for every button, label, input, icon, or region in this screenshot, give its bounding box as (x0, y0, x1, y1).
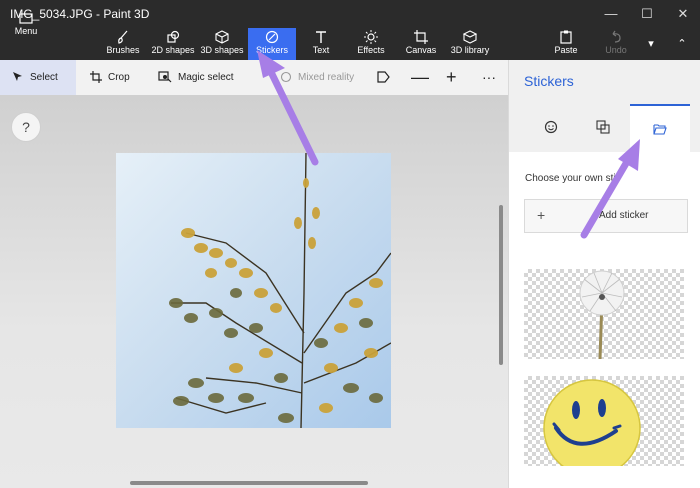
tool-brushes[interactable]: Brushes (102, 28, 144, 60)
tool-label: Stickers (255, 45, 288, 55)
tool-label: 3D library (450, 45, 490, 55)
tool-canvas[interactable]: Canvas (403, 28, 439, 60)
canvas-area[interactable]: ? (0, 95, 508, 488)
select-label: Select (30, 72, 58, 83)
text-icon (316, 31, 326, 43)
sticker-icon (265, 30, 279, 44)
vertical-scrollbar[interactable] (499, 205, 503, 365)
cube-icon (215, 30, 229, 44)
paste-button[interactable]: Paste (552, 28, 580, 60)
horizontal-scrollbar[interactable] (130, 481, 368, 485)
3d-library-icon (463, 30, 477, 44)
smiley-icon (544, 120, 558, 134)
stickers-panel: Stickers Choose your own sticker + Add s… (508, 60, 700, 488)
plus-icon: + (537, 207, 546, 223)
tool-effects[interactable]: Effects (352, 28, 390, 60)
tab-custom-stickers[interactable] (630, 104, 690, 152)
undo-icon (612, 30, 621, 43)
flag-icon (377, 71, 390, 83)
title-bar: IMG_5034.JPG - Paint 3D — ☐ ✕ (0, 0, 700, 28)
crop-tool[interactable]: Crop (90, 60, 130, 95)
tool-label: Canvas (405, 45, 437, 55)
cursor-icon (13, 72, 22, 82)
close-icon[interactable]: ✕ (666, 0, 700, 28)
sun-icon (364, 30, 378, 44)
texture-icon (596, 120, 610, 134)
tool-label: Brushes (106, 45, 140, 55)
undo-label: Undo (605, 45, 627, 55)
sticker-smiley[interactable] (524, 376, 684, 477)
folder-icon (19, 13, 33, 24)
tool-3d-shapes[interactable]: 3D shapes (199, 28, 245, 60)
mixed-reality-label: Mixed reality (298, 72, 355, 83)
dandelion-image (579, 270, 625, 360)
tab-texture-stickers[interactable] (573, 104, 633, 152)
zoom-out-icon[interactable]: — (411, 60, 429, 95)
canvas-icon (414, 30, 428, 44)
more-options-icon[interactable]: ··· (482, 60, 496, 95)
tab-emoji-stickers[interactable] (521, 104, 581, 152)
panel-content: Choose your own sticker + Add sticker (509, 152, 700, 488)
minimize-icon[interactable]: — (594, 0, 628, 28)
canvas-image[interactable] (116, 153, 391, 428)
undo-button[interactable]: Undo (602, 28, 630, 60)
mixed-reality-icon (280, 72, 292, 83)
paste-label: Paste (554, 45, 578, 55)
help-button[interactable]: ? (11, 112, 41, 142)
brush-icon (118, 30, 128, 44)
tool-label: Effects (357, 45, 385, 55)
add-sticker-button[interactable]: + Add sticker (524, 199, 688, 233)
crop-icon (90, 71, 102, 84)
toolbar: Select Crop Magic select Mixed reality —… (0, 60, 508, 96)
tool-label: Text (312, 45, 330, 55)
choose-sticker-text: Choose your own sticker (525, 173, 615, 184)
smiley-ball-image (543, 379, 641, 477)
tool-stickers[interactable]: Stickers (248, 28, 296, 60)
sticker-tabs (509, 104, 700, 152)
shapes-2d-icon (167, 30, 180, 43)
menu-label: Menu (14, 26, 38, 36)
open-folder-icon (653, 124, 667, 135)
tool-text[interactable]: Text (304, 28, 338, 60)
tool-3d-library[interactable]: 3D library (447, 28, 493, 60)
sticker-dandelion[interactable] (524, 269, 684, 360)
more-chevron-icon[interactable]: ▾ (640, 28, 662, 60)
select-tool[interactable]: Select (0, 60, 76, 95)
collapse-chevron-icon[interactable]: ⌃ (670, 28, 694, 60)
tool-label: 3D shapes (200, 45, 244, 55)
tool-2d-shapes[interactable]: 2D shapes (150, 28, 196, 60)
menu-button[interactable]: Menu (8, 6, 44, 60)
zoom-in-icon[interactable]: + (446, 60, 457, 95)
add-sticker-label: Add sticker (599, 210, 649, 221)
ribbon: Menu Brushes 2D shapes 3D shapes Sticker… (0, 13, 700, 60)
crop-label: Crop (108, 72, 130, 83)
tool-label: 2D shapes (151, 45, 195, 55)
mixed-reality-tool[interactable]: Mixed reality (280, 60, 354, 95)
maximize-icon[interactable]: ☐ (630, 0, 664, 28)
view-toggle-icon[interactable] (377, 60, 397, 95)
plant-photo (116, 153, 391, 428)
magic-select-label: Magic select (178, 72, 234, 83)
panel-title: Stickers (524, 73, 574, 89)
magic-select-icon (158, 71, 172, 83)
magic-select-tool[interactable]: Magic select (158, 60, 234, 95)
clipboard-icon (560, 30, 572, 44)
